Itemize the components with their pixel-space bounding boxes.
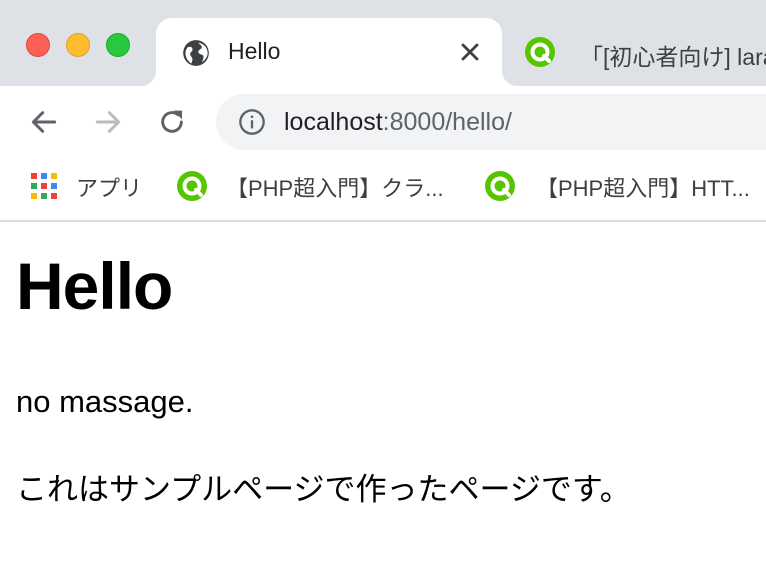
- message-text: no massage.: [16, 384, 194, 419]
- url-path: :8000/hello/: [382, 108, 512, 136]
- qiita-icon: [525, 37, 555, 67]
- close-icon[interactable]: [456, 38, 484, 66]
- tab-title: Hello: [228, 38, 281, 64]
- page-title: Hello: [16, 249, 173, 323]
- window-maximize-button[interactable]: [106, 33, 130, 57]
- globe-icon: [183, 40, 209, 66]
- window-close-button[interactable]: [26, 33, 50, 57]
- bookmark-php-class[interactable]: 【PHP超入門】クラ...: [226, 171, 444, 203]
- body-text: これはサンプルページで作ったページです。: [16, 472, 631, 507]
- bookmark-apps[interactable]: アプリ: [76, 171, 142, 203]
- qiita-icon: [485, 171, 515, 201]
- forward-arrow-icon[interactable]: [92, 106, 124, 138]
- info-icon[interactable]: [238, 108, 266, 136]
- qiita-icon: [177, 171, 207, 201]
- apps-grid-icon[interactable]: [30, 172, 58, 200]
- address-bar[interactable]: localhost:8000/hello/: [216, 94, 766, 150]
- tab-hello[interactable]: Hello: [140, 18, 518, 86]
- bookmark-php-http[interactable]: 【PHP超入門】HTT...: [536, 171, 750, 203]
- page-content: Hello no massage. これはサンプルページで作ったページです。: [0, 224, 766, 562]
- bookmarks-bar: アプリ 【PHP超入門】クラ... 【PHP超入門】HTT...: [0, 158, 766, 222]
- reload-icon[interactable]: [156, 106, 188, 138]
- tab-laravel-article[interactable]: 「[初心者向け] lara: [510, 18, 766, 86]
- back-arrow-icon[interactable]: [28, 106, 60, 138]
- url-host: localhost: [284, 108, 383, 136]
- tab-title: 「[初心者向け] lara: [580, 44, 766, 70]
- window-minimize-button[interactable]: [66, 33, 90, 57]
- url-text: localhost:8000/hello/: [284, 108, 512, 137]
- tab-strip: Hello 「[初心者向け] lara: [0, 0, 766, 86]
- browser-toolbar: localhost:8000/hello/: [0, 86, 766, 158]
